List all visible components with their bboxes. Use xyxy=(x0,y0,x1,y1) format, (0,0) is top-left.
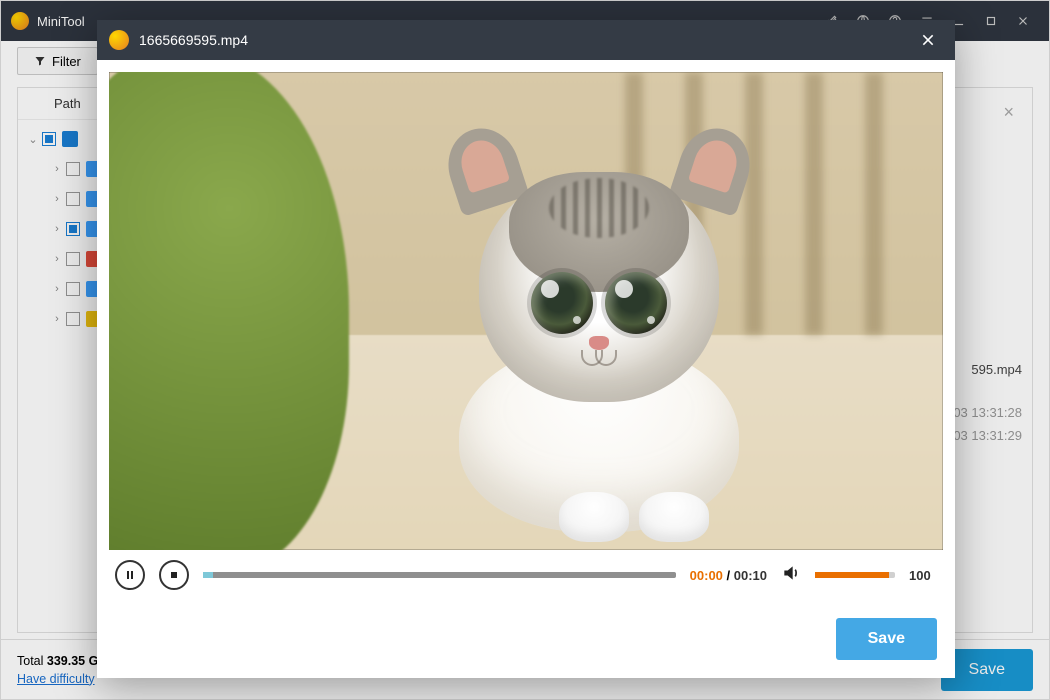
player-controls: 00:00 / 00:10 100 xyxy=(109,550,943,600)
seek-fill xyxy=(203,572,213,578)
stop-icon xyxy=(168,569,180,581)
cat-image xyxy=(409,162,789,542)
app-logo-icon xyxy=(109,30,129,50)
speaker-icon xyxy=(781,563,801,583)
time-display: 00:00 / 00:10 xyxy=(690,568,767,583)
dialog-close-button[interactable] xyxy=(913,25,943,55)
volume-button[interactable] xyxy=(781,563,801,588)
volume-fill xyxy=(815,572,889,578)
dialog-title: 1665669595.mp4 xyxy=(139,32,248,48)
close-icon xyxy=(920,32,936,48)
volume-slider[interactable] xyxy=(815,572,895,578)
time-total: 00:10 xyxy=(734,568,767,583)
volume-value: 100 xyxy=(909,568,937,583)
dialog-footer: Save xyxy=(97,600,955,678)
time-current: 00:00 xyxy=(690,568,723,583)
pause-button[interactable] xyxy=(115,560,145,590)
preview-dialog: 1665669595.mp4 xyxy=(97,20,955,678)
dialog-titlebar: 1665669595.mp4 xyxy=(97,20,955,60)
dialog-save-button[interactable]: Save xyxy=(836,618,937,660)
video-preview xyxy=(109,72,943,550)
stop-button[interactable] xyxy=(159,560,189,590)
seek-slider[interactable] xyxy=(203,572,676,578)
pause-icon xyxy=(124,569,136,581)
